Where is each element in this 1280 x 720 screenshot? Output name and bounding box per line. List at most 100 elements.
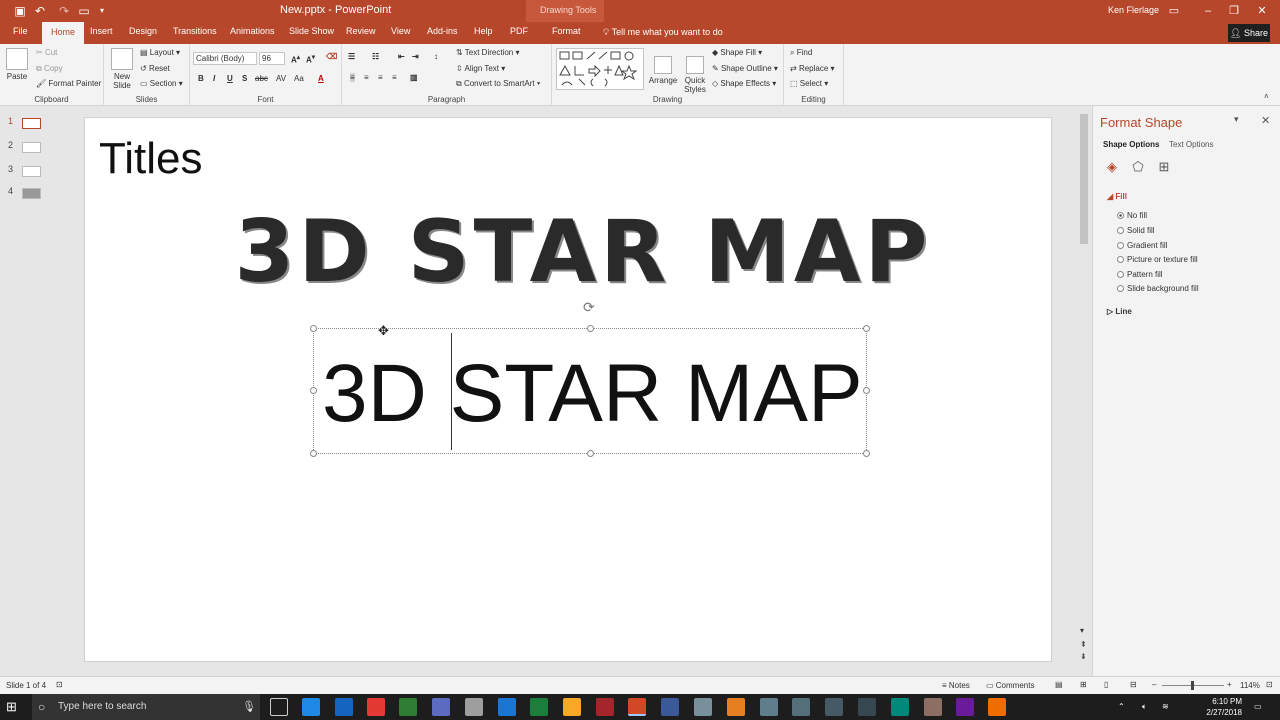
app-icon[interactable] <box>727 698 745 716</box>
effects-icon[interactable]: ⬠ <box>1129 158 1147 176</box>
fit-slide-icon[interactable]: ⊡ <box>1266 680 1273 689</box>
app-icon[interactable] <box>760 698 778 716</box>
italic-icon[interactable]: I <box>213 74 215 83</box>
shape-outline-button[interactable]: ✎ Shape Outline ▾ <box>712 64 778 73</box>
align-right-icon[interactable]: ≡ <box>378 73 383 82</box>
tell-me-box[interactable]: 💡︎ Tell me what you want to do <box>603 27 723 38</box>
store-icon[interactable] <box>432 698 450 716</box>
fill-line-icon[interactable]: ◈ <box>1103 158 1121 176</box>
share-button[interactable]: 👤︎ Share <box>1228 24 1270 42</box>
system-clock[interactable]: 6:10 PM 2/27/2018 <box>1198 696 1242 718</box>
text-direction-button[interactable]: ⇅ Text Direction ▾ <box>456 48 520 57</box>
file-explorer-icon[interactable] <box>563 698 581 716</box>
resize-handle[interactable] <box>587 325 594 332</box>
app-icon[interactable] <box>792 698 810 716</box>
replace-button[interactable]: ⇄ Replace ▾ <box>790 64 835 73</box>
shrink-font-icon[interactable]: A▾ <box>306 53 315 65</box>
shape-fill-button[interactable]: ◆ Shape Fill ▾ <box>712 48 762 57</box>
notifications-icon[interactable]: ▭ <box>1254 702 1262 711</box>
zoom-in-icon[interactable]: + <box>1227 680 1232 689</box>
visual-studio-icon[interactable] <box>956 698 974 716</box>
reading-view-icon[interactable]: ▯ <box>1104 680 1108 689</box>
slide-canvas[interactable]: Titles 3D STAR MAP ⟳ ✥ 3D STAR MAP <box>84 117 1052 662</box>
customize-qat-icon[interactable]: ▾ <box>94 3 110 19</box>
word-icon[interactable] <box>498 698 516 716</box>
ribbon-display-icon[interactable]: ▭ <box>1164 3 1184 19</box>
redo-icon[interactable]: ↷ <box>56 3 72 19</box>
resize-handle[interactable] <box>310 450 317 457</box>
spelling-icon[interactable]: ⊡ <box>56 680 63 689</box>
wifi-icon[interactable]: ≋ <box>1162 702 1169 711</box>
tab-review[interactable]: Review <box>346 26 376 36</box>
tab-animations[interactable]: Animations <box>230 26 275 36</box>
select-button[interactable]: ⬚ Select ▾ <box>790 79 828 88</box>
prev-slide-icon[interactable]: ⇞ <box>1080 640 1087 649</box>
restore-icon[interactable]: ❐ <box>1224 3 1244 19</box>
microphone-icon[interactable]: 🎙︎ <box>242 694 256 720</box>
network-icon[interactable]: ⌃ <box>1118 702 1125 711</box>
app-icon[interactable] <box>924 698 942 716</box>
excel-icon[interactable] <box>530 698 548 716</box>
powerpoint-icon[interactable] <box>628 698 646 716</box>
wordart-title[interactable]: 3D STAR MAP <box>159 202 1007 302</box>
tab-help[interactable]: Help <box>474 26 493 36</box>
reset-button[interactable]: ↺ Reset <box>140 64 170 73</box>
clear-formatting-icon[interactable]: ⌫ <box>326 52 337 61</box>
resize-handle[interactable] <box>863 325 870 332</box>
edge-icon[interactable] <box>302 698 320 716</box>
columns-icon[interactable]: ▥ <box>410 73 418 82</box>
selected-textbox[interactable]: ⟳ ✥ 3D STAR MAP <box>310 299 870 457</box>
font-size-combo[interactable]: 96 <box>259 52 285 65</box>
present-icon[interactable]: ▭ <box>76 3 92 19</box>
resize-handle[interactable] <box>310 325 317 332</box>
slide-thumbnail-4[interactable] <box>22 188 41 199</box>
pane-close-icon[interactable]: ✕ <box>1261 114 1270 127</box>
resize-handle[interactable] <box>587 450 594 457</box>
tab-add-ins[interactable]: Add-ins <box>427 26 458 36</box>
align-left-icon[interactable]: ≡ <box>350 73 355 82</box>
change-case-icon[interactable]: Aa <box>294 74 304 83</box>
radio-gradient-fill[interactable]: Gradient fill <box>1117 241 1167 250</box>
windows-start-icon[interactable]: ⊞ <box>6 699 17 715</box>
tab-format[interactable]: Format <box>552 26 581 36</box>
chrome-icon[interactable] <box>367 698 385 716</box>
shapes-gallery[interactable] <box>556 48 644 90</box>
tab-file[interactable]: File <box>13 26 28 36</box>
radio-pattern-fill[interactable]: Pattern fill <box>1117 270 1163 279</box>
comments-button[interactable]: ▭ Comments <box>986 681 1034 690</box>
resize-handle[interactable] <box>863 450 870 457</box>
app-icon[interactable] <box>825 698 843 716</box>
tab-insert[interactable]: Insert <box>90 26 113 36</box>
increase-indent-icon[interactable]: ⇥ <box>412 52 419 61</box>
size-properties-icon[interactable]: ⊞ <box>1155 158 1173 176</box>
section-button[interactable]: ▭ Section ▾ <box>140 79 183 88</box>
numbering-icon[interactable]: ☷ <box>372 52 379 61</box>
speaker-icon[interactable]: 🔈︎ <box>1142 702 1147 712</box>
undo-icon[interactable]: ↶ <box>32 3 48 19</box>
publisher-icon[interactable] <box>661 698 679 716</box>
bold-icon[interactable]: B <box>198 74 204 83</box>
app-icon[interactable] <box>891 698 909 716</box>
tab-slide-show[interactable]: Slide Show <box>289 26 334 36</box>
bullets-icon[interactable]: ☰ <box>348 52 355 61</box>
format-painter-button[interactable]: 🖌︎ Format Painter <box>36 79 101 88</box>
tab-transitions[interactable]: Transitions <box>173 26 217 36</box>
zoom-level[interactable]: 114% <box>1240 681 1260 690</box>
notes-button[interactable]: ≡ Notes <box>942 681 970 690</box>
find-button[interactable]: ⌕ Find <box>790 48 812 58</box>
close-window-icon[interactable]: ✕ <box>1252 3 1272 19</box>
underline-icon[interactable]: U <box>227 74 233 83</box>
new-slide-button[interactable]: New Slide <box>108 48 136 90</box>
app-icon[interactable] <box>399 698 417 716</box>
app-icon[interactable] <box>694 698 712 716</box>
scroll-down-icon[interactable]: ▾ <box>1080 626 1084 635</box>
slide-thumbnail-3[interactable] <box>22 166 41 177</box>
copy-button[interactable]: ⧉ Copy <box>36 64 63 74</box>
tab-text-options[interactable]: Text Options <box>1169 140 1213 149</box>
app-icon[interactable] <box>988 698 1006 716</box>
calculator-icon[interactable] <box>465 698 483 716</box>
resize-handle[interactable] <box>863 387 870 394</box>
task-view-icon[interactable] <box>270 698 288 716</box>
shape-effects-button[interactable]: ◇ Shape Effects ▾ <box>712 79 776 88</box>
zoom-slider-thumb[interactable] <box>1191 681 1194 690</box>
